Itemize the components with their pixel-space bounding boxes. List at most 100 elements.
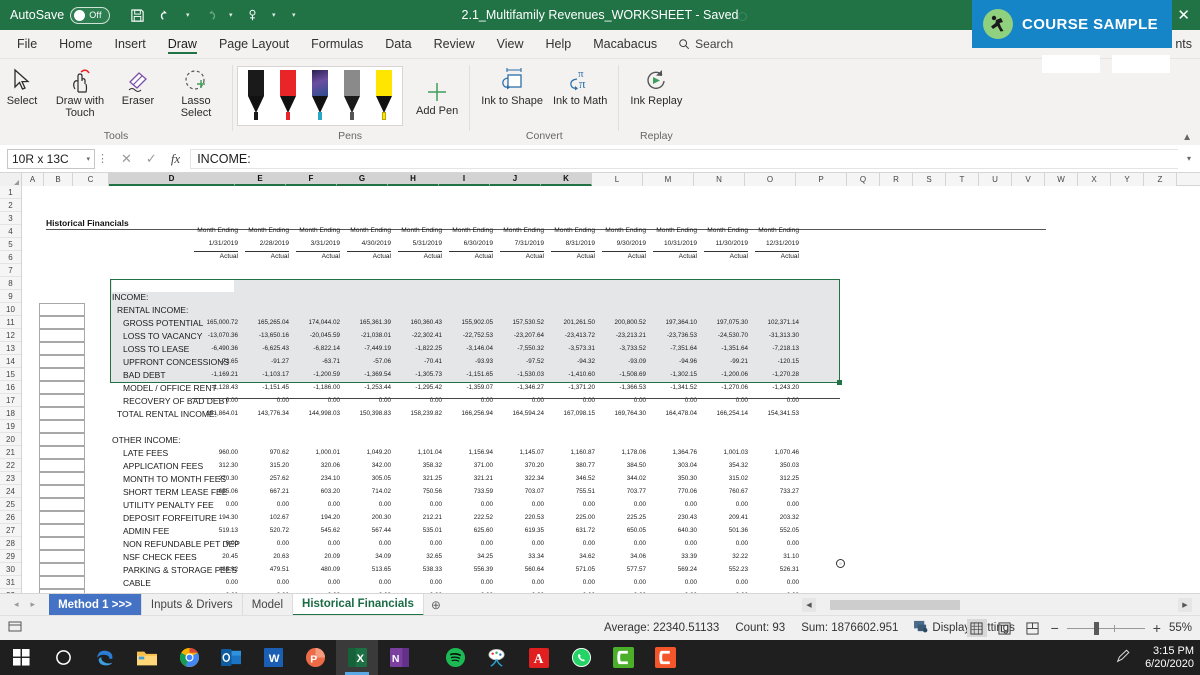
data-cell[interactable]: -1,151.65: [447, 371, 493, 378]
row-header-2[interactable]: 2: [0, 199, 21, 212]
col-header-U[interactable]: U: [979, 173, 1012, 186]
tab-macabacus[interactable]: Macabacus: [582, 33, 668, 55]
data-cell[interactable]: -31,313.30: [753, 332, 799, 339]
data-cell[interactable]: 312.30: [192, 462, 238, 469]
blank-cell-box[interactable]: [39, 537, 85, 550]
data-cell[interactable]: -97.52: [498, 358, 544, 365]
col-header-T[interactable]: T: [946, 173, 979, 186]
col-header-E[interactable]: E: [235, 173, 286, 186]
blank-cell-box[interactable]: [39, 394, 85, 407]
row-header-12[interactable]: 12: [0, 329, 21, 342]
data-cell[interactable]: 1,178.06: [600, 449, 646, 456]
data-cell[interactable]: 0.00: [549, 501, 595, 508]
col-header-R[interactable]: R: [880, 173, 913, 186]
col-header-P[interactable]: P: [796, 173, 847, 186]
data-cell[interactable]: 0.00: [345, 540, 391, 547]
page-break-view-icon[interactable]: [1023, 619, 1043, 637]
row-label[interactable]: LOSS TO LEASE: [123, 344, 189, 354]
data-cell[interactable]: 552.23: [702, 566, 748, 573]
data-cell[interactable]: 0.00: [753, 540, 799, 547]
row-header-29[interactable]: 29: [0, 550, 21, 563]
zoom-in-button[interactable]: +: [1153, 620, 1161, 636]
zoom-slider[interactable]: [1066, 620, 1145, 636]
page-layout-view-icon[interactable]: [995, 619, 1015, 637]
data-cell[interactable]: 174,044.02: [294, 319, 340, 326]
undo-icon[interactable]: [153, 3, 179, 27]
data-cell[interactable]: 0.00: [447, 579, 493, 586]
redo-dropdown-icon[interactable]: ▾: [225, 3, 236, 27]
data-cell[interactable]: 0.00: [651, 540, 697, 547]
data-cell[interactable]: 194.20: [294, 514, 340, 521]
ink-to-math-button[interactable]: ππ Ink to Math: [548, 62, 612, 109]
data-cell[interactable]: 0.00: [651, 579, 697, 586]
accessibility-icon[interactable]: [8, 620, 22, 637]
row-label[interactable]: NSF CHECK FEES: [123, 552, 197, 562]
data-cell[interactable]: 0.00: [702, 579, 748, 586]
data-cell[interactable]: 164,478.04: [651, 410, 697, 417]
row-label[interactable]: OTHER INCOME:: [112, 435, 180, 445]
tab-formulas[interactable]: Formulas: [300, 33, 374, 55]
data-cell[interactable]: 20.63: [243, 553, 289, 560]
col-header-K[interactable]: K: [541, 173, 592, 186]
touch-dropdown-icon[interactable]: ▾: [268, 3, 279, 27]
snagit-icon[interactable]: [644, 640, 686, 675]
data-cell[interactable]: 33.39: [651, 553, 697, 560]
data-cell[interactable]: -6,822.14: [294, 345, 340, 352]
row-header-7[interactable]: 7: [0, 264, 21, 277]
data-cell[interactable]: 150,398.83: [345, 410, 391, 417]
row-header-17[interactable]: 17: [0, 394, 21, 407]
close-icon[interactable]: ✕: [1177, 8, 1190, 23]
scroll-right-icon[interactable]: ▶: [1178, 598, 1192, 612]
data-cell[interactable]: 619.35: [498, 527, 544, 534]
data-cell[interactable]: -13,070.36: [192, 332, 238, 339]
data-cell[interactable]: 0.00: [498, 501, 544, 508]
data-cell[interactable]: 194.30: [192, 514, 238, 521]
formula-bar-grip[interactable]: ⋮: [95, 152, 111, 165]
col-header-J[interactable]: J: [490, 173, 541, 186]
data-cell[interactable]: 625.60: [447, 527, 493, 534]
lasso-select-button[interactable]: Lasso Select: [160, 62, 232, 121]
save-icon[interactable]: [124, 3, 150, 27]
customize-qat-icon[interactable]: ▾: [288, 3, 299, 27]
data-cell[interactable]: 526.31: [753, 566, 799, 573]
data-cell[interactable]: 155,902.05: [447, 319, 493, 326]
file-explorer-icon[interactable]: [126, 640, 168, 675]
data-cell[interactable]: 0.00: [396, 540, 442, 547]
row-label[interactable]: LATE FEES: [123, 448, 168, 458]
data-cell[interactable]: 655.06: [192, 488, 238, 495]
data-cell[interactable]: -99.21: [702, 358, 748, 365]
name-box-dropdown-icon[interactable]: ▾: [86, 155, 90, 163]
data-cell[interactable]: -3,733.52: [600, 345, 646, 352]
data-cell[interactable]: -7,351.64: [651, 345, 697, 352]
data-cell[interactable]: 220.53: [498, 514, 544, 521]
data-cell[interactable]: 567.44: [345, 527, 391, 534]
sheet-nav-arrows[interactable]: ◂ ▸: [0, 599, 49, 610]
row-header-28[interactable]: 28: [0, 537, 21, 550]
normal-view-icon[interactable]: [966, 619, 987, 637]
data-cell[interactable]: 380.77: [549, 462, 595, 469]
data-cell[interactable]: 342.00: [345, 462, 391, 469]
data-cell[interactable]: 197,364.10: [651, 319, 697, 326]
col-header-B[interactable]: B: [44, 173, 73, 186]
data-cell[interactable]: -1,822.25: [396, 345, 442, 352]
row-header-18[interactable]: 18: [0, 407, 21, 420]
data-cell[interactable]: 225.25: [600, 514, 646, 521]
clock[interactable]: 3:15 PM 6/20/2020: [1145, 645, 1194, 671]
data-cell[interactable]: -1,359.07: [447, 384, 493, 391]
row-header-30[interactable]: 30: [0, 563, 21, 576]
col-header-N[interactable]: N: [694, 173, 745, 186]
col-header-Y[interactable]: Y: [1111, 173, 1144, 186]
data-cell[interactable]: -120.15: [753, 358, 799, 365]
col-header-C[interactable]: C: [73, 173, 109, 186]
data-cell[interactable]: 315.02: [702, 475, 748, 482]
row-header-21[interactable]: 21: [0, 446, 21, 459]
data-cell[interactable]: 0.00: [192, 501, 238, 508]
col-header-S[interactable]: S: [913, 173, 946, 186]
eraser-button[interactable]: Eraser: [116, 62, 160, 109]
data-cell[interactable]: 0.00: [396, 579, 442, 586]
data-cell[interactable]: 222.52: [447, 514, 493, 521]
yellow-highlighter[interactable]: [373, 70, 395, 122]
col-header-Q[interactable]: Q: [847, 173, 880, 186]
scroll-left-icon[interactable]: ◀: [802, 598, 816, 612]
data-cell[interactable]: -3,573.31: [549, 345, 595, 352]
